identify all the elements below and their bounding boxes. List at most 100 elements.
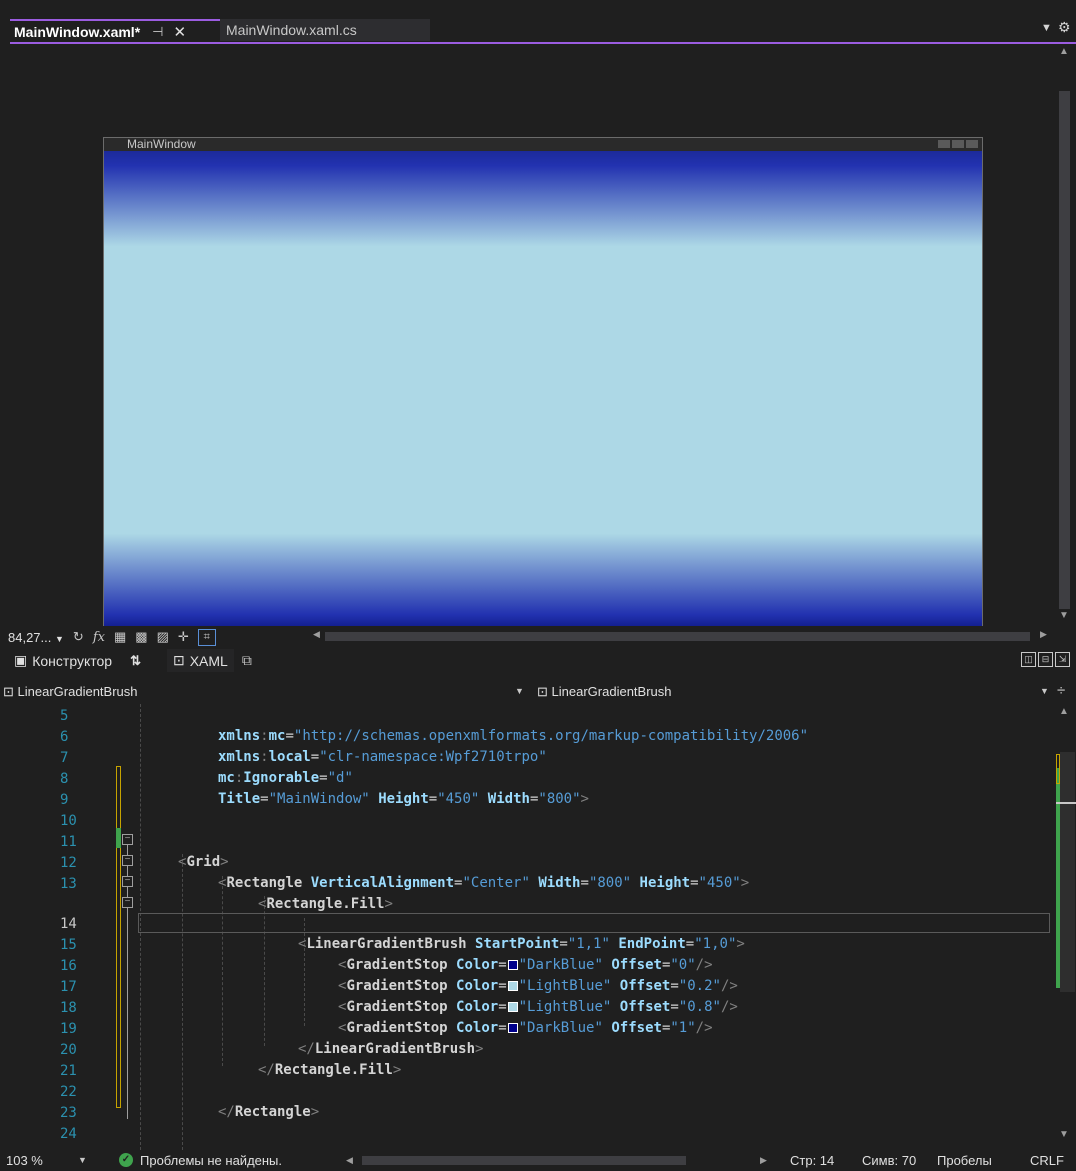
gradient-rectangle[interactable] xyxy=(104,151,982,629)
scroll-down-icon[interactable]: ▼ xyxy=(1059,1129,1069,1140)
scroll-down-icon[interactable]: ▼ xyxy=(1059,610,1069,621)
code-line: 13 <Rectangle.Fill> xyxy=(0,874,1056,912)
scroll-left-icon[interactable]: ◀ xyxy=(313,629,320,640)
line-ending[interactable]: CRLF xyxy=(1030,1153,1064,1168)
code-line: 7 mc:Ignorable="d" xyxy=(0,748,1056,786)
line-number: 12 xyxy=(60,855,77,871)
preview-titlebar: MainWindow xyxy=(104,137,982,151)
line-number: 6 xyxy=(60,729,69,745)
close-icon[interactable]: ✕ xyxy=(173,23,186,41)
designer-horizontal-scrollbar[interactable] xyxy=(325,632,1030,641)
scrollbar-thumb[interactable] xyxy=(1059,91,1070,609)
fx-icon[interactable]: fx xyxy=(93,630,105,645)
code-line: 12 <Rectangle VerticalAlignment="Center"… xyxy=(0,853,1056,891)
gear-icon[interactable]: ⚙ xyxy=(1058,19,1071,36)
grid-icon[interactable]: ▦ xyxy=(114,629,126,645)
editor-horizontal-scrollbar[interactable] xyxy=(362,1156,686,1165)
code-line: 5 xmlns:mc="http://schemas.openxmlformat… xyxy=(0,706,1056,744)
select-icon[interactable]: ⌗ xyxy=(197,628,216,646)
line-indicator[interactable]: Стр: 14 xyxy=(790,1153,834,1168)
code-line: 24 xyxy=(0,1124,1056,1144)
token: > xyxy=(384,896,393,912)
scroll-left-icon[interactable]: ◀ xyxy=(346,1155,353,1166)
scroll-up-icon[interactable]: ▲ xyxy=(1059,706,1069,717)
line-number: 9 xyxy=(60,792,69,808)
fold-toggle[interactable]: − xyxy=(122,897,133,908)
chevron-down-icon[interactable]: ▼ xyxy=(1041,22,1052,34)
snap-grid-icon[interactable]: ▩ xyxy=(135,629,147,645)
chevron-down-icon[interactable]: ▼ xyxy=(515,686,524,696)
line-number: 24 xyxy=(60,1126,77,1142)
unsaved-changes-marker xyxy=(1056,754,1060,784)
preview-window[interactable]: MainWindow xyxy=(103,137,983,636)
code-editor[interactable]: − − − − 5 xmlns:mc="http://schemas.openx… xyxy=(0,704,1056,1150)
indentation-mode[interactable]: Пробелы xyxy=(937,1153,992,1168)
tab-label: MainWindow.xaml.cs xyxy=(226,22,357,38)
tab-designer[interactable]: ▣ Конструктор xyxy=(14,652,112,669)
pin-icon[interactable]: ⊣ xyxy=(152,24,163,40)
chevron-down-icon[interactable]: ▼ xyxy=(78,1155,87,1165)
line-number: 13 xyxy=(60,876,77,892)
tab-xaml[interactable]: ⊡ XAML xyxy=(166,649,234,672)
code-line: 20 </Rectangle.Fill> xyxy=(0,1040,1056,1078)
nav-left-label: LinearGradientBrush xyxy=(17,684,138,699)
zoom-level[interactable]: 103 % xyxy=(6,1153,43,1168)
design-surface[interactable]: MainWindow xyxy=(10,44,1054,636)
checker-icon[interactable]: ▨ xyxy=(157,629,169,645)
snap-lines-icon[interactable]: ✛ xyxy=(178,629,189,645)
line-number: 8 xyxy=(60,771,69,787)
tab-mainwindow-xaml-cs[interactable]: MainWindow.xaml.cs xyxy=(220,19,430,41)
maximize-icon xyxy=(952,140,964,148)
refresh-icon[interactable]: ↻ xyxy=(73,629,84,645)
code-line: 19 </LinearGradientBrush> xyxy=(0,1019,1056,1057)
designer-icon: ▣ xyxy=(14,652,28,668)
chevron-down-icon: ▼ xyxy=(55,633,64,644)
code-line: 6 xmlns:local="clr-namespace:Wpf2710trpo… xyxy=(0,727,1056,765)
split-layout-buttons: ◫ ⊟ ⇲ xyxy=(1021,652,1070,667)
split-view-bar: ▣ Конструктор ⇅ ⊡ XAML ⧉ ◫ ⊟ ⇲ xyxy=(0,649,1076,672)
close-icon xyxy=(966,140,978,148)
scrollbar-thumb[interactable] xyxy=(1060,752,1075,992)
element-navigator-left[interactable]: ⊡ LinearGradientBrush xyxy=(3,684,138,700)
navigation-bar: ⊡ LinearGradientBrush ▼ ⊡ LinearGradient… xyxy=(0,682,1076,703)
code-line: 21 xyxy=(0,1061,1056,1081)
zoom-combo[interactable]: 84,27... ▼ xyxy=(8,630,64,645)
issues-status[interactable]: Проблемы не найдены. xyxy=(140,1153,282,1168)
split-editor-icon[interactable]: ÷ xyxy=(1057,682,1065,699)
tab-designer-label: Конструктор xyxy=(32,652,113,669)
horizontal-split-icon[interactable]: ⊟ xyxy=(1038,652,1053,667)
tab-xaml-label: XAML xyxy=(189,652,228,669)
collapse-pane-icon[interactable]: ⇲ xyxy=(1055,652,1070,667)
scroll-up-icon[interactable]: ▲ xyxy=(1059,46,1069,57)
swap-panes-icon[interactable]: ⇅ xyxy=(130,653,141,669)
line-number: 18 xyxy=(60,1000,77,1016)
document-tab-strip: MainWindow.xaml* ⊣ ✕ MainWindow.xaml.cs … xyxy=(0,0,1076,44)
preview-window-title: MainWindow xyxy=(127,137,196,151)
element-icon: ⊡ xyxy=(537,684,548,699)
element-navigator-right[interactable]: ⊡ LinearGradientBrush xyxy=(537,684,672,700)
designer-vertical-scrollbar[interactable]: ▲ ▼ xyxy=(1056,44,1076,626)
chevron-down-icon[interactable]: ▼ xyxy=(1040,686,1049,696)
popout-icon[interactable]: ⧉ xyxy=(242,652,252,669)
line-number: 10 xyxy=(60,813,77,829)
line-number: 19 xyxy=(60,1021,77,1037)
code-line: 8 Title="MainWindow" Height="450" Width=… xyxy=(0,769,1056,807)
line-number: 20 xyxy=(60,1042,77,1058)
vertical-split-icon[interactable]: ◫ xyxy=(1021,652,1036,667)
line-number: 7 xyxy=(60,750,69,766)
editor-vertical-scrollbar[interactable]: ▲ ▼ xyxy=(1056,704,1076,1150)
tab-mainwindow-xaml[interactable]: MainWindow.xaml* ⊣ ✕ xyxy=(10,19,220,43)
line-number: 11 xyxy=(60,834,77,850)
code-line: 23 xyxy=(0,1103,1056,1123)
column-indicator[interactable]: Симв: 70 xyxy=(862,1153,916,1168)
code-line: 18 <GradientStop Color= "DarkBlue" Offset… xyxy=(0,998,1056,1036)
line-number: 17 xyxy=(60,979,77,995)
scroll-right-icon[interactable]: ▶ xyxy=(760,1155,767,1166)
code-line: 17 <GradientStop Color= "LightBlue" Offse… xyxy=(0,977,1056,1015)
line-number: 21 xyxy=(60,1063,77,1079)
line-number: 23 xyxy=(60,1105,77,1121)
code-line-current: 14 <LinearGradientBrush StartPoint="1,1"… xyxy=(0,914,1056,952)
code-line: 22 </Rectangle> xyxy=(0,1082,1056,1120)
scroll-right-icon[interactable]: ▶ xyxy=(1040,629,1047,640)
editor-status-bar: 103 % ▼ ✓ Проблемы не найдены. ◀ ▶ Стр: … xyxy=(0,1150,1076,1171)
